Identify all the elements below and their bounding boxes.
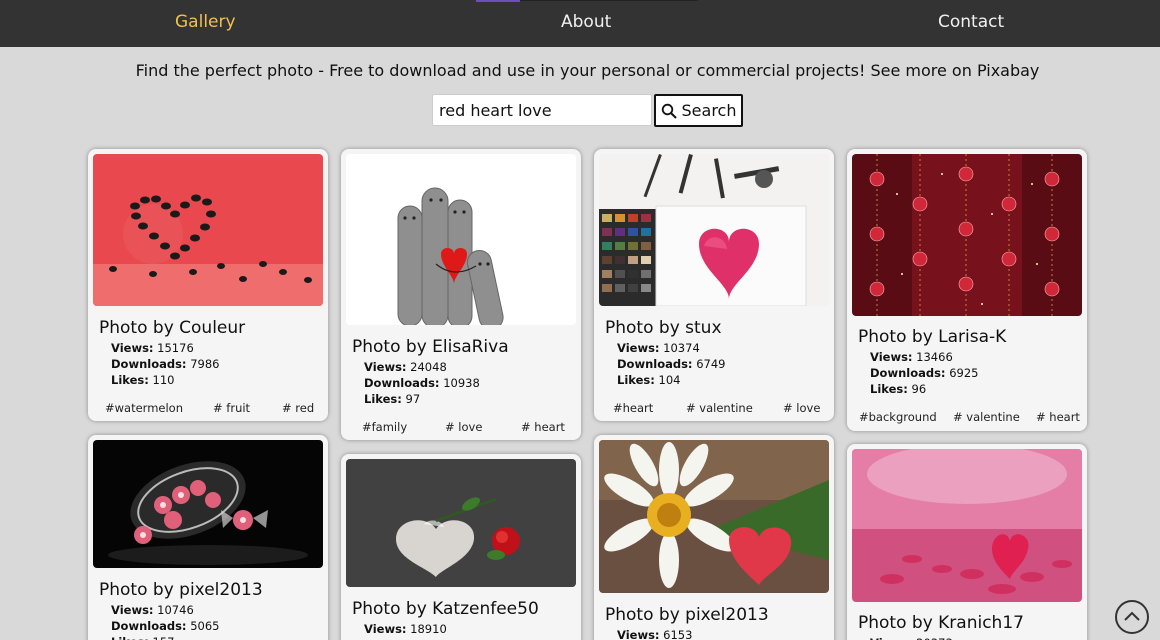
photo-card[interactable]: Photo by Larisa-K Views: 13466 Downloads…	[847, 149, 1087, 431]
photo-author: Photo by ElisaRiva	[352, 337, 509, 357]
scroll-top-button[interactable]	[1115, 600, 1149, 634]
views-stat: Views: 18910	[364, 622, 447, 636]
tag-link[interactable]: # valentine	[953, 410, 1020, 424]
photo-card[interactable]: Photo by ElisaRiva Views: 24048 Download…	[341, 149, 581, 440]
likes-stat: Likes: 97	[364, 392, 421, 406]
tag-link[interactable]: # love	[783, 401, 820, 415]
search-input[interactable]	[432, 94, 652, 126]
photo-image[interactable]	[599, 154, 829, 306]
nav-accent-bar	[476, 0, 520, 2]
photo-card[interactable]: Photo by stux Views: 10374 Downloads: 67…	[594, 149, 834, 421]
tagline-text: Find the perfect photo - Free to downloa…	[135, 61, 972, 80]
photo-author: Photo by Couleur	[99, 318, 246, 338]
tag-link[interactable]: #watermelon	[105, 401, 183, 415]
chevron-up-icon	[1124, 611, 1140, 621]
tag-link[interactable]: # heart	[1036, 410, 1080, 424]
photo-image[interactable]	[346, 459, 576, 587]
photo-image[interactable]	[93, 154, 323, 306]
tagline: Find the perfect photo - Free to downloa…	[0, 61, 1160, 80]
search-icon	[661, 103, 677, 119]
downloads-stat: Downloads: 6925	[870, 366, 979, 380]
downloads-stat: Downloads: 10938	[364, 376, 480, 390]
tag-link[interactable]: #family	[362, 420, 407, 434]
nav-about-link[interactable]: About	[561, 12, 611, 32]
photo-author: Photo by Kranich17	[858, 613, 1024, 633]
likes-stat: Likes: 96	[870, 382, 927, 396]
photo-card[interactable]: Photo by Katzenfee50 Views: 18910	[341, 454, 581, 640]
tag-link[interactable]: # heart	[521, 420, 565, 434]
photo-author: Photo by pixel2013	[99, 580, 263, 600]
views-stat: Views: 10746	[111, 603, 194, 617]
views-stat: Views: 6153	[617, 628, 693, 640]
search-button[interactable]: Search	[654, 94, 743, 127]
photo-card[interactable]: Photo by pixel2013 Views: 6153	[594, 435, 834, 640]
tag-link[interactable]: # red	[282, 401, 314, 415]
likes-stat: Likes: 157	[111, 635, 174, 640]
pixabay-link[interactable]: Pixabay	[977, 61, 1039, 80]
views-stat: Views: 20373	[870, 636, 953, 640]
photo-author: Photo by Katzenfee50	[352, 599, 539, 619]
nav-contact-link[interactable]: Contact	[938, 12, 1004, 32]
downloads-stat: Downloads: 5065	[111, 619, 220, 633]
photo-author: Photo by stux	[605, 318, 722, 338]
tag-link[interactable]: #background	[859, 410, 937, 424]
tag-link[interactable]: # love	[445, 420, 482, 434]
tag-link[interactable]: # valentine	[686, 401, 753, 415]
likes-stat: Likes: 104	[617, 373, 681, 387]
photo-image[interactable]	[346, 154, 576, 325]
nav-gallery-link[interactable]: Gallery	[175, 12, 236, 32]
likes-stat: Likes: 110	[111, 373, 175, 387]
downloads-stat: Downloads: 7986	[111, 357, 220, 371]
views-stat: Views: 24048	[364, 360, 447, 374]
nav-divider	[520, 0, 698, 1]
search-button-label: Search	[681, 101, 737, 120]
photo-image[interactable]	[93, 440, 323, 568]
photo-card[interactable]: Photo by pixel2013 Views: 10746 Download…	[88, 435, 328, 640]
views-stat: Views: 10374	[617, 341, 700, 355]
photo-card[interactable]: Photo by Couleur Views: 15176 Downloads:…	[88, 149, 328, 421]
tag-link[interactable]: # fruit	[213, 401, 250, 415]
photo-author: Photo by Larisa-K	[858, 327, 1007, 347]
downloads-stat: Downloads: 6749	[617, 357, 726, 371]
views-stat: Views: 13466	[870, 350, 953, 364]
photo-image[interactable]	[852, 154, 1082, 316]
photo-author: Photo by pixel2013	[605, 605, 769, 625]
photo-image[interactable]	[599, 440, 829, 593]
tag-link[interactable]: #heart	[613, 401, 653, 415]
photo-card[interactable]: Photo by Kranich17 Views: 20373	[847, 444, 1087, 640]
views-stat: Views: 15176	[111, 341, 194, 355]
photo-image[interactable]	[852, 449, 1082, 602]
top-nav: Gallery About Contact	[0, 0, 1160, 47]
